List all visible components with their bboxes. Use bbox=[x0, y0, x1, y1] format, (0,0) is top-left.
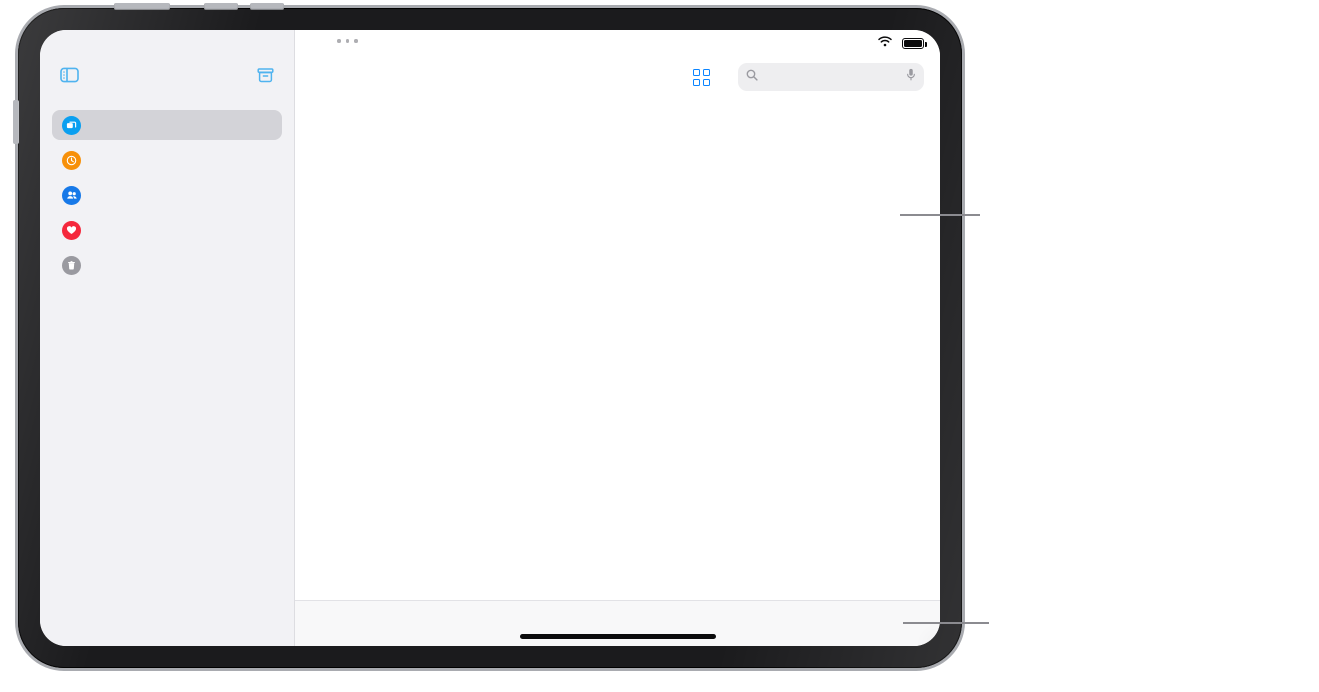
power-button[interactable] bbox=[114, 3, 170, 10]
recent-clock-icon bbox=[62, 150, 81, 170]
sidebar-toolbar bbox=[50, 56, 284, 94]
sidebar-item-recently-deleted[interactable] bbox=[52, 250, 282, 280]
microphone-icon[interactable] bbox=[906, 68, 916, 86]
sidebar-status-bar bbox=[50, 30, 284, 56]
sidebar-item-favorites[interactable] bbox=[52, 215, 282, 245]
main-status-bar bbox=[295, 30, 940, 56]
screenshot-stage bbox=[0, 0, 1319, 692]
more-dots-icon[interactable] bbox=[337, 39, 358, 43]
trash-icon bbox=[62, 255, 81, 275]
boards-grid-scroll[interactable] bbox=[295, 112, 940, 646]
battery-icon bbox=[902, 37, 927, 49]
heart-icon bbox=[62, 220, 81, 240]
bottom-action-bar bbox=[295, 600, 940, 646]
side-button[interactable] bbox=[13, 100, 19, 144]
main-toolbar bbox=[295, 56, 940, 98]
sidebar-toggle-icon[interactable] bbox=[58, 64, 80, 86]
main-content bbox=[295, 30, 940, 646]
grid-view-icon[interactable] bbox=[693, 68, 710, 86]
sidebar-nav-list bbox=[50, 110, 284, 280]
app-title bbox=[50, 94, 284, 110]
all-boards-icon bbox=[62, 115, 81, 135]
sidebar-item-shared[interactable] bbox=[52, 180, 282, 210]
callout-leader-bottom bbox=[903, 622, 989, 624]
ipad-screen bbox=[40, 30, 940, 646]
sidebar-item-all-boards[interactable] bbox=[52, 110, 282, 140]
sidebar bbox=[40, 30, 295, 646]
archive-box-icon[interactable] bbox=[254, 64, 276, 86]
sidebar-item-recent[interactable] bbox=[52, 145, 282, 175]
status-indicators bbox=[878, 36, 927, 50]
callout-leader-top bbox=[900, 214, 980, 216]
main-header bbox=[295, 98, 940, 112]
ipad-device-frame bbox=[13, 3, 962, 668]
search-icon bbox=[746, 68, 758, 86]
volume-down-button[interactable] bbox=[250, 3, 284, 10]
volume-up-button[interactable] bbox=[204, 3, 238, 10]
search-input[interactable] bbox=[738, 63, 924, 91]
shared-people-icon bbox=[62, 185, 81, 205]
wifi-icon bbox=[878, 36, 892, 50]
home-indicator[interactable] bbox=[519, 634, 716, 639]
